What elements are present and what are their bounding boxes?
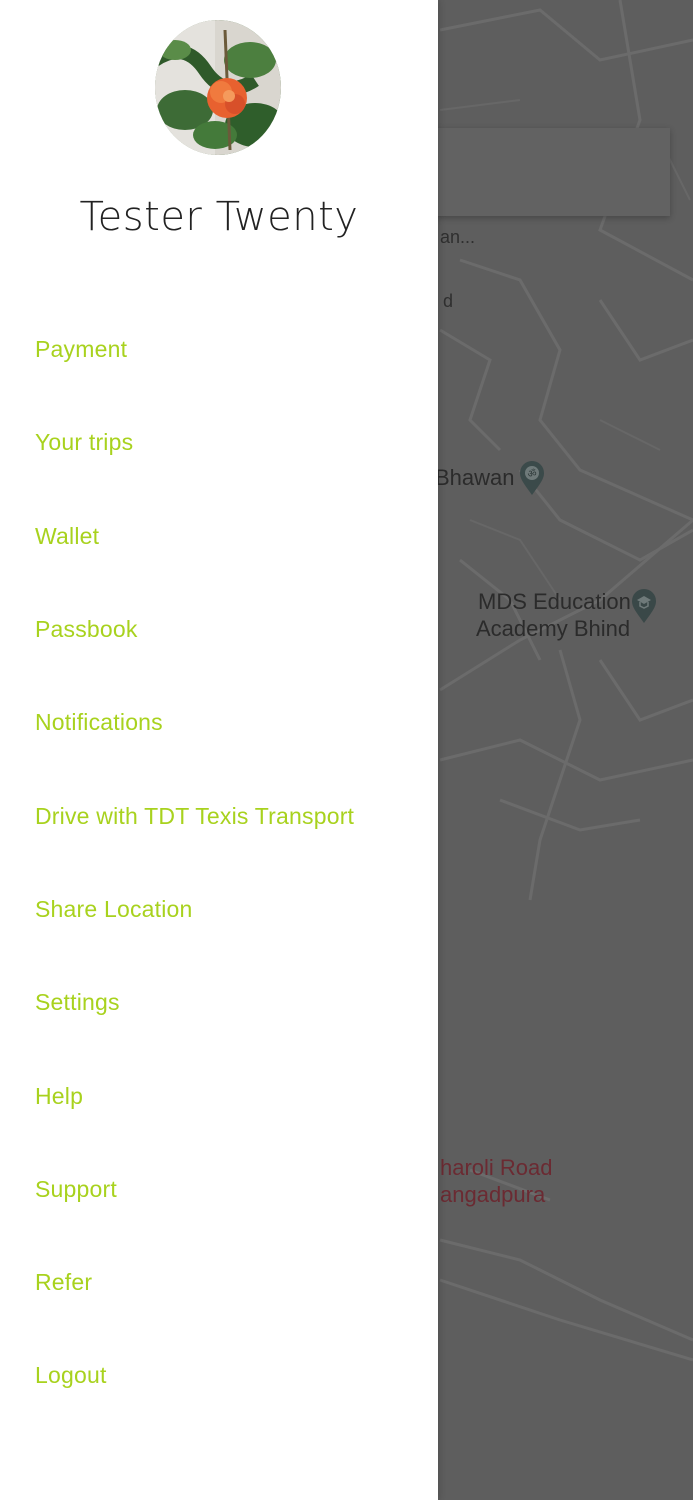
- map-label-partial: d: [443, 291, 454, 311]
- menu-item-label: Settings: [35, 989, 120, 1016]
- menu-item-label: Share Location: [35, 895, 193, 922]
- map-label-mds-line2: Academy Bhind: [476, 616, 631, 641]
- menu-item-settings[interactable]: Settings: [0, 956, 438, 1049]
- drawer-menu: Payment Your trips Wallet Passbook Notif…: [0, 303, 438, 1423]
- menu-item-notifications[interactable]: Notifications: [0, 676, 438, 769]
- menu-item-label: Support: [35, 1175, 117, 1202]
- menu-item-refer[interactable]: Refer: [0, 1236, 438, 1329]
- map-label-road-line1: haroli Road: [440, 1155, 553, 1180]
- temple-pin-icon[interactable]: ॐ: [518, 460, 546, 496]
- menu-item-label: Payment: [35, 336, 128, 363]
- map-label-road-line2: angadpura: [440, 1182, 546, 1207]
- menu-item-logout[interactable]: Logout: [0, 1329, 438, 1422]
- menu-item-label: Wallet: [35, 522, 100, 549]
- menu-item-drive-with[interactable]: Drive with TDT Texis Transport: [0, 769, 438, 862]
- map-label-mds-line1: MDS Education: [478, 589, 631, 614]
- map-label-partial: an...: [440, 227, 476, 247]
- menu-item-share-location[interactable]: Share Location: [0, 863, 438, 956]
- map-search-box[interactable]: [430, 128, 670, 216]
- map-label-bhawan: Bhawan: [435, 465, 515, 490]
- menu-item-support[interactable]: Support: [0, 1143, 438, 1236]
- menu-item-label: Help: [35, 1082, 84, 1109]
- user-name: Tester Twenty: [79, 194, 359, 240]
- menu-item-label: Refer: [35, 1269, 93, 1296]
- menu-item-label: Your trips: [35, 429, 134, 456]
- menu-item-passbook[interactable]: Passbook: [0, 583, 438, 676]
- menu-item-label: Notifications: [35, 709, 163, 736]
- menu-item-payment[interactable]: Payment: [0, 303, 438, 396]
- menu-item-wallet[interactable]: Wallet: [0, 490, 438, 583]
- menu-item-label: Passbook: [35, 616, 138, 643]
- navigation-drawer: Tester Twenty Payment Your trips Wallet …: [0, 0, 438, 1500]
- profile-photo-icon: [155, 20, 281, 155]
- menu-item-your-trips[interactable]: Your trips: [0, 396, 438, 489]
- menu-item-label: Drive with TDT Texis Transport: [35, 802, 355, 829]
- school-pin-icon[interactable]: [630, 588, 658, 624]
- menu-item-help[interactable]: Help: [0, 1049, 438, 1142]
- menu-item-label: Logout: [35, 1362, 107, 1389]
- profile-avatar[interactable]: [155, 20, 281, 155]
- svg-text:ॐ: ॐ: [527, 468, 536, 480]
